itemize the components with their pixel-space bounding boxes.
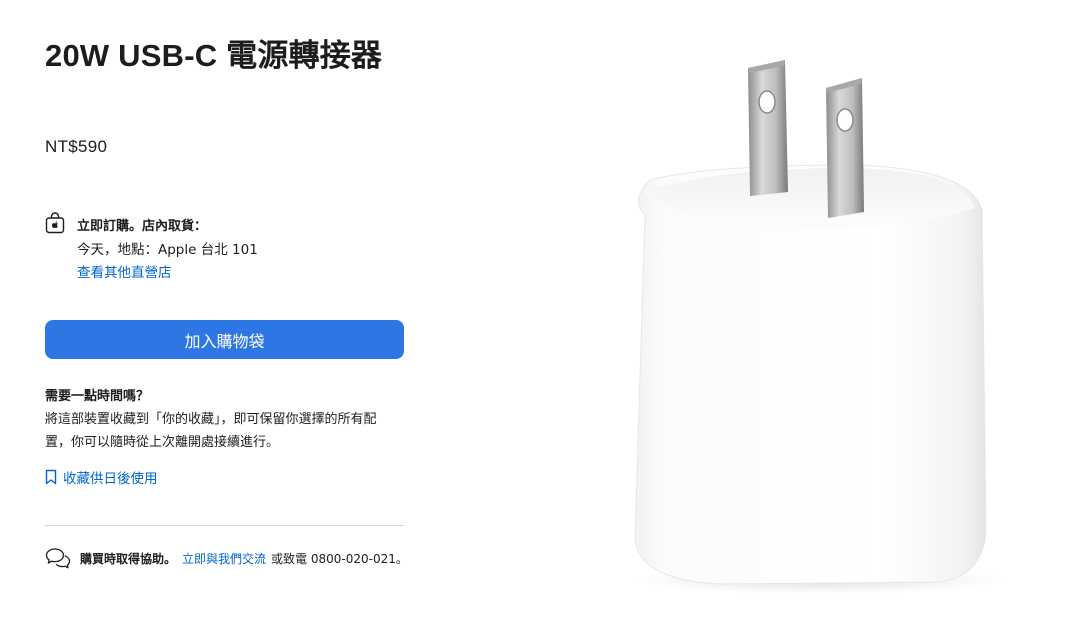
save-for-later-label: 收藏供日後使用 bbox=[63, 471, 158, 487]
divider bbox=[45, 525, 404, 526]
bookmark-icon bbox=[45, 469, 57, 485]
other-stores-link[interactable]: 查看其他直營店 bbox=[77, 261, 172, 281]
product-title: 20W USB-C 電源轉接器 bbox=[45, 38, 383, 73]
power-adapter-illustration bbox=[634, 60, 1005, 594]
save-title: 需要一點時間嗎？ bbox=[45, 389, 150, 404]
help-phone: 或致電 0800-020-021。 bbox=[271, 551, 408, 566]
shopping-bag-icon bbox=[45, 212, 65, 234]
save-for-later-link[interactable]: 收藏供日後使用 bbox=[45, 467, 158, 487]
help-title: 購買時取得協助。 bbox=[80, 551, 177, 566]
product-price: NT$590 bbox=[45, 137, 108, 156]
chat-bubbles-icon bbox=[45, 548, 71, 569]
purchase-help: 購買時取得協助。 立即與我們交流 或致電 0800-020-021。 bbox=[45, 547, 408, 569]
add-to-bag-button[interactable]: 加入購物袋 bbox=[45, 320, 404, 359]
pickup-title: 立即訂購。店內取貨： bbox=[77, 219, 208, 234]
chat-now-link[interactable]: 立即與我們交流 bbox=[182, 550, 266, 567]
save-description: 將這部裝置收藏到「你的收藏」，即可保留你選擇的所有配置，你可以隨時從上次離開處接… bbox=[45, 412, 377, 450]
pickup-location: 今天，地點：Apple 台北 101 bbox=[77, 242, 258, 258]
save-for-later-section: 需要一點時間嗎？ 將這部裝置收藏到「你的收藏」，即可保留你選擇的所有配置，你可以… bbox=[45, 388, 405, 487]
product-image bbox=[600, 40, 1020, 620]
